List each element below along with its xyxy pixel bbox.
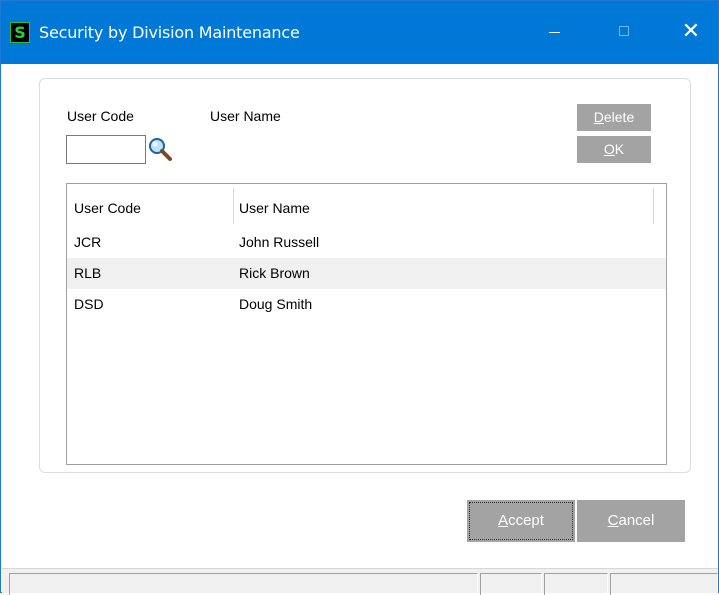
magnifier-icon[interactable]	[148, 137, 174, 163]
column-header-user-name[interactable]: User Name	[239, 200, 310, 216]
ok-button[interactable]: OK	[577, 136, 651, 163]
row-user-code: JCR	[74, 234, 102, 250]
main-window: S Security by Division Maintenance ✕ Use…	[0, 0, 719, 595]
list-header: User Code User Name	[67, 184, 666, 230]
close-button[interactable]: ✕	[668, 15, 714, 49]
window-title: Security by Division Maintenance	[39, 23, 300, 42]
user-code-input[interactable]	[66, 135, 146, 164]
minimize-button[interactable]	[532, 15, 578, 49]
close-icon: ✕	[681, 19, 701, 44]
user-name-label: User Name	[210, 108, 281, 124]
row-user-code: DSD	[74, 296, 104, 312]
title-bar[interactable]: S Security by Division Maintenance ✕	[1, 1, 718, 64]
row-user-name: John Russell	[239, 234, 320, 250]
minimize-icon	[549, 32, 560, 33]
status-pane	[480, 573, 542, 595]
table-row[interactable]: DSD Doug Smith	[67, 289, 666, 320]
row-user-name: Doug Smith	[239, 296, 313, 312]
column-separator[interactable]	[653, 188, 654, 224]
table-row[interactable]: JCR John Russell	[67, 227, 666, 258]
status-pane	[610, 573, 718, 595]
status-pane-main	[9, 573, 478, 595]
user-code-label: User Code	[67, 108, 134, 124]
table-row[interactable]: RLB Rick Brown	[67, 258, 666, 289]
accept-button[interactable]: Accept	[467, 500, 575, 542]
column-separator[interactable]	[233, 188, 234, 224]
status-bar	[2, 568, 718, 595]
column-header-user-code[interactable]: User Code	[74, 200, 141, 216]
maximize-button	[601, 15, 647, 49]
maximize-icon	[619, 26, 629, 36]
delete-button[interactable]: Delete	[577, 104, 651, 131]
status-pane	[544, 573, 608, 595]
row-user-code: RLB	[74, 265, 102, 281]
sage-app-icon: S	[10, 22, 30, 43]
row-user-name: Rick Brown	[239, 265, 310, 281]
cancel-button[interactable]: Cancel	[577, 500, 685, 542]
user-list[interactable]: User Code User Name JCR John Russell RLB…	[66, 183, 667, 465]
